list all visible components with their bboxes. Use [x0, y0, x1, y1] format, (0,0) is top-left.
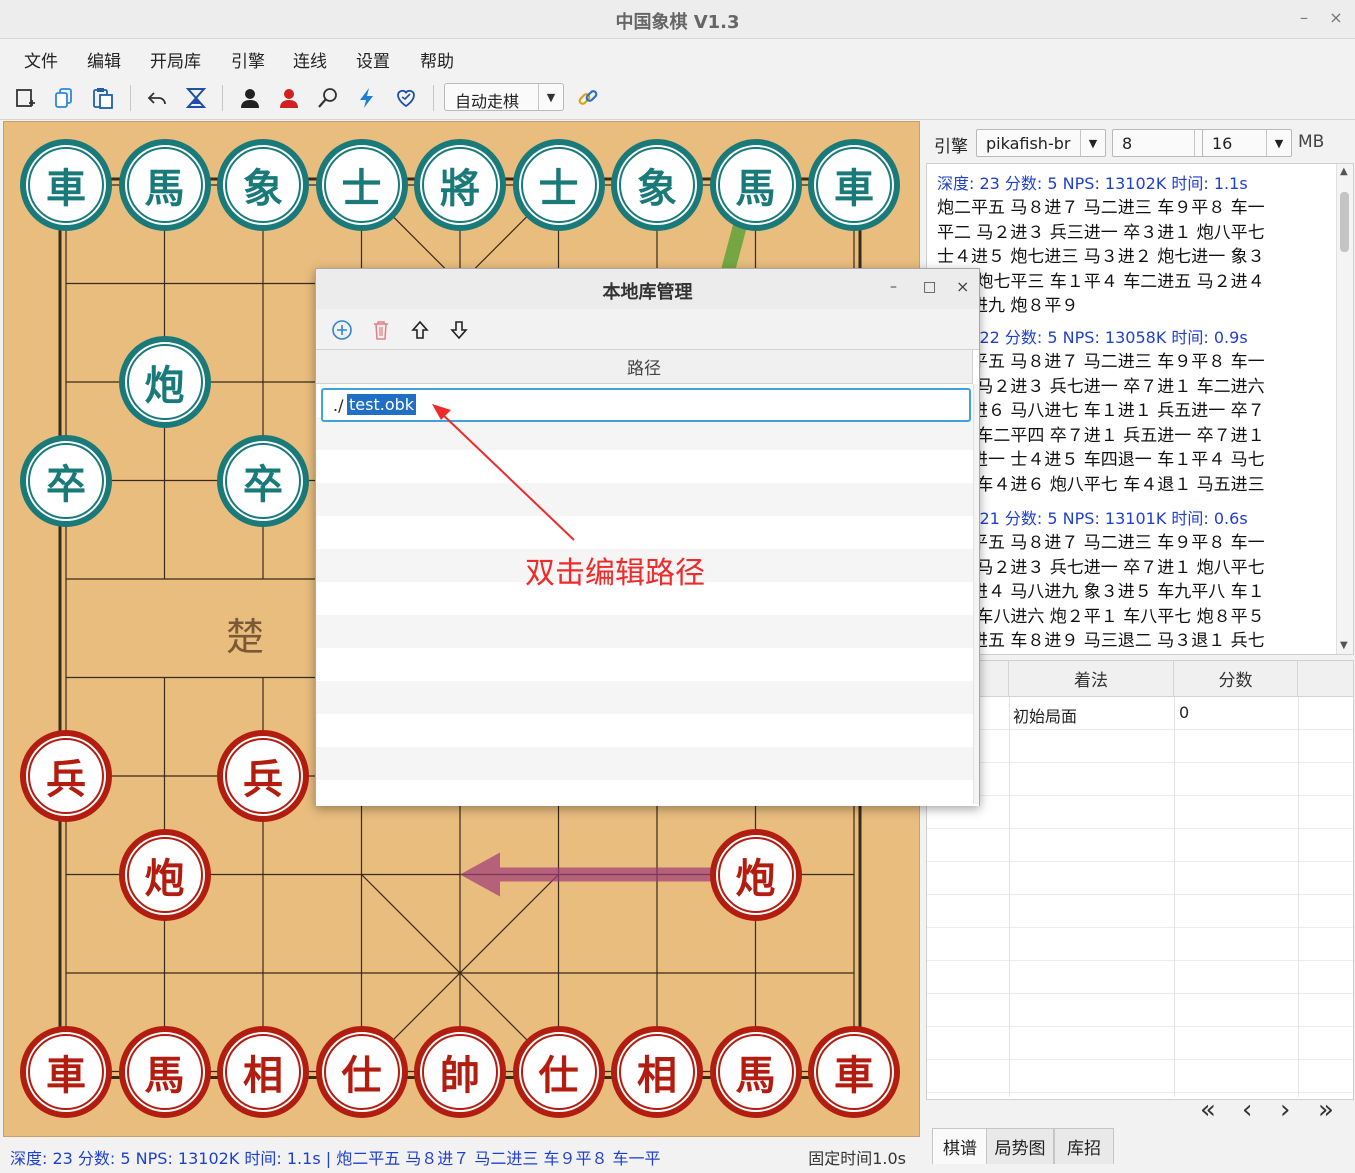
- annotation-text: 双击编辑路径: [525, 556, 705, 591]
- annotation-arrow-head: [432, 404, 451, 420]
- annotation-arrow-line: [439, 411, 575, 541]
